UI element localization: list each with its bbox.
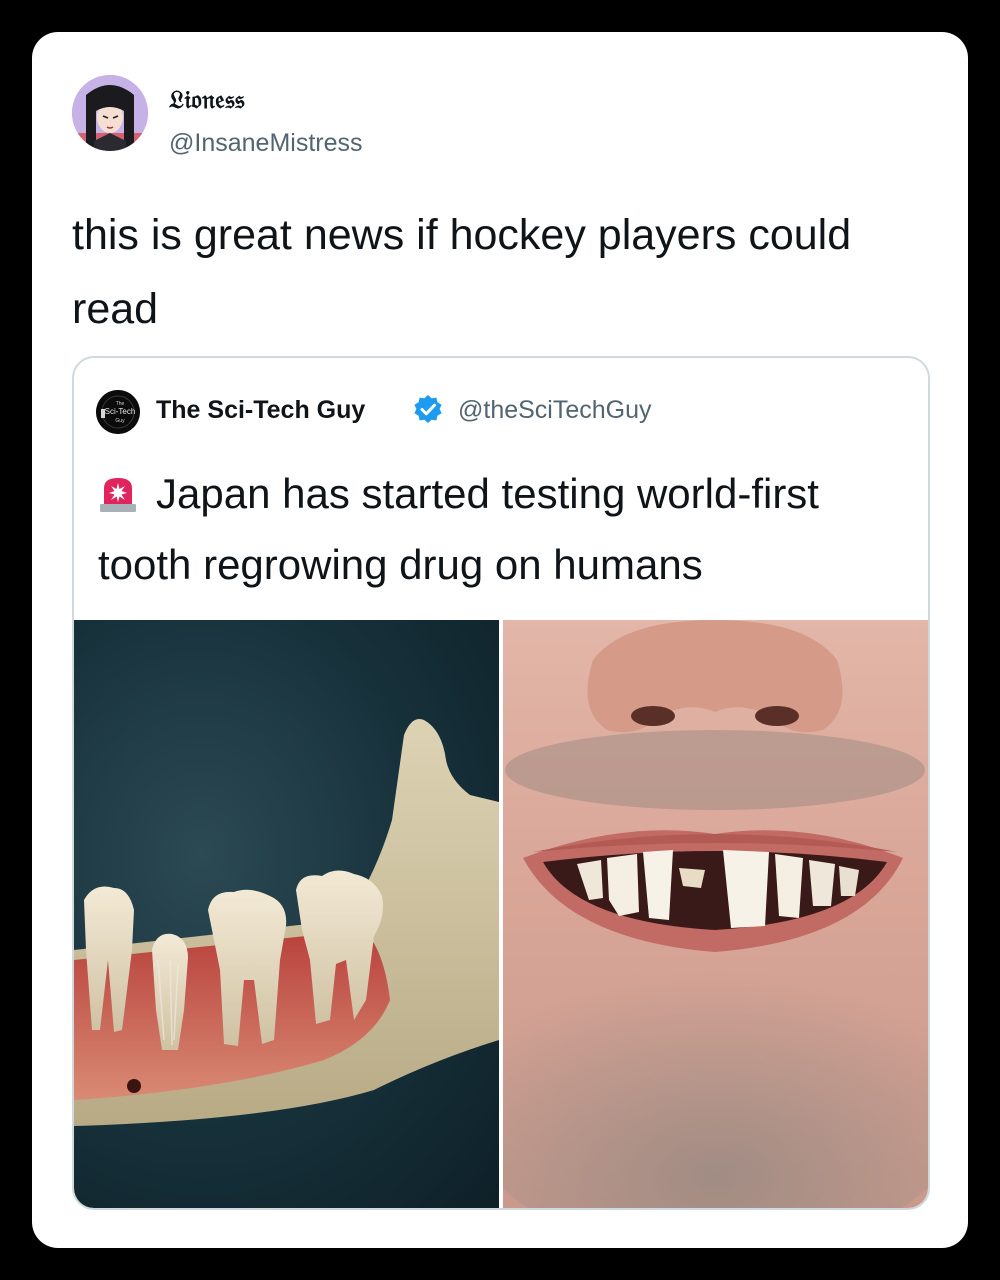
rotating-light-icon: [100, 478, 136, 512]
verified-badge-icon: [414, 395, 442, 423]
jawbone-image[interactable]: [74, 620, 499, 1208]
tweet-text: this is great news if hockey players cou…: [72, 211, 852, 333]
jawbone-illustration: [74, 719, 499, 1126]
author-avatar[interactable]: [72, 75, 148, 151]
missing-tooth-smile-photo: [503, 620, 928, 1208]
author-display-name[interactable]: 𝔏𝔦𝔬𝔫𝔢𝔰𝔰: [169, 85, 245, 115]
smiling-man-image[interactable]: [503, 620, 928, 1208]
quoted-tweet[interactable]: The Sci-Tech Guy The Sci-Tech Guy @theSc…: [72, 356, 930, 1210]
author-handle[interactable]: @InsaneMistress: [169, 129, 363, 158]
anime-girl-avatar-icon: [72, 75, 148, 151]
quoted-tweet-media[interactable]: [74, 620, 928, 1208]
quoted-tweet-text-block: Japan has started testing world-first to…: [98, 458, 908, 600]
quoted-author-handle[interactable]: @theSciTechGuy: [458, 396, 652, 425]
tweet-card: 𝔏𝔦𝔬𝔫𝔢𝔰𝔰 @InsaneMistress this is great ne…: [32, 32, 968, 1248]
sci-tech-guy-logo-icon: The Sci-Tech Guy: [96, 390, 140, 434]
svg-text:Guy: Guy: [115, 418, 125, 424]
quoted-tweet-text: Japan has started testing world-first to…: [98, 470, 819, 588]
svg-text:Sci-Tech: Sci-Tech: [105, 407, 136, 416]
quoted-author-display-name[interactable]: The Sci-Tech Guy: [156, 396, 365, 425]
quoted-author-avatar[interactable]: The Sci-Tech Guy: [96, 390, 140, 434]
